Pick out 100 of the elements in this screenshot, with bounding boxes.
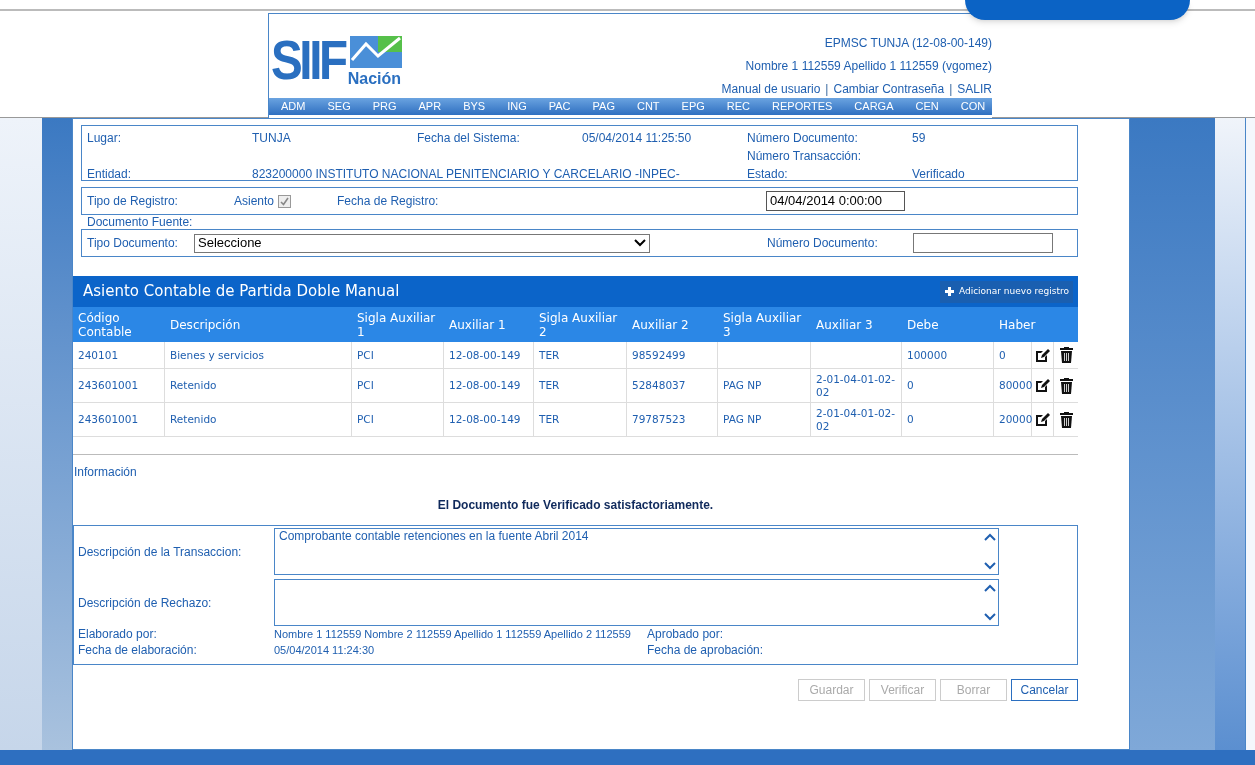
scroll-up-icon[interactable]: [984, 533, 996, 541]
menu-item[interactable]: EPG: [681, 98, 705, 115]
column-header: Debe: [906, 317, 940, 332]
plus-icon: [943, 286, 955, 297]
trash-icon[interactable]: [1059, 377, 1073, 394]
field-label: Fecha de aprobación:: [647, 643, 764, 658]
trash-icon[interactable]: [1059, 411, 1073, 428]
table-cell: 79787523: [632, 413, 686, 426]
account-name: EPMSC TUNJA (12-08-00-149): [824, 35, 992, 52]
table-cell: 243601001: [78, 379, 139, 392]
column-header: Descripción: [169, 317, 242, 332]
rejection-description-field[interactable]: [274, 579, 999, 626]
field-label: Lugar:: [87, 130, 123, 147]
field-value: 05/04/2014 11:25:50: [582, 130, 693, 147]
transaction-description-field[interactable]: Comprobante contable retenciones en la fuente Abril 2014: [274, 528, 999, 575]
header-link[interactable]: Manual de usuario: [721, 80, 821, 98]
menu-item[interactable]: CON: [960, 98, 986, 115]
field-label: Descripción de Rechazo:: [78, 594, 213, 612]
scroll-down-icon[interactable]: [984, 562, 996, 570]
scrollbar[interactable]: [1245, 118, 1255, 750]
menu-item[interactable]: BYS: [463, 98, 486, 115]
table-cell: PCI: [357, 413, 374, 426]
table-cell: TER: [539, 348, 560, 362]
menu-item[interactable]: REPORTES: [772, 98, 833, 115]
link-separator: |: [948, 81, 954, 98]
action-button[interactable]: Cancelar: [1011, 679, 1078, 701]
table-cell: 20000: [999, 413, 1033, 426]
section-title: Documento Fuente:: [87, 215, 194, 229]
table-cell: TER: [539, 413, 560, 426]
field-value: Nombre 1 112559 Nombre 2 112559 Apellido 1 112559 Apellido 2 112559: [274, 627, 632, 642]
field-label: Fecha del Sistema:: [417, 130, 521, 147]
menu-item[interactable]: REC: [726, 98, 751, 115]
table-cell: 243601001: [78, 413, 139, 426]
field-value: TUNJA: [252, 130, 292, 147]
field-label: Estado:: [747, 166, 789, 183]
section-title: Información: [74, 464, 138, 481]
field-label: Tipo de Registro:: [87, 193, 179, 210]
option-label: Asiento: [234, 193, 275, 210]
menu-item[interactable]: PRG: [372, 98, 397, 115]
column-header: Auxiliar 3: [815, 317, 874, 332]
menu-item[interactable]: PAC: [548, 98, 571, 115]
field-label: Número Transacción:: [747, 148, 863, 165]
field-label: Tipo Documento:: [87, 235, 179, 252]
column-header: Auxiliar 2: [631, 317, 690, 332]
table-cell: Retenido: [170, 379, 217, 392]
table-cell: 12-08-00-149: [449, 413, 521, 426]
edit-icon[interactable]: [1035, 378, 1050, 393]
trash-icon[interactable]: [1059, 347, 1073, 363]
date-field[interactable]: 04/04/2014 0:00:00: [766, 191, 906, 211]
table-cell: 12-08-00-149: [449, 348, 521, 362]
column-header: Código Contable: [77, 310, 133, 339]
field-value: 05/04/2014 11:24:30: [274, 643, 376, 658]
field-label: Aprobado por:: [647, 627, 724, 642]
document-number-field[interactable]: [913, 233, 1053, 253]
table-cell: Retenido: [170, 413, 217, 426]
edit-icon[interactable]: [1035, 347, 1050, 363]
table-cell: 0: [907, 413, 914, 426]
menu-item[interactable]: APR: [418, 98, 442, 115]
add-record-button[interactable]: Adicionar nuevo registro: [939, 280, 1073, 303]
table-cell: 12-08-00-149: [449, 379, 521, 392]
column-header: Sigla Auxiliar 3: [722, 310, 803, 339]
column-header: Sigla Auxiliar 1: [356, 310, 437, 339]
menu-item[interactable]: CEN: [915, 98, 939, 115]
table-cell: 100000: [907, 348, 948, 362]
header-link[interactable]: SALIR: [957, 80, 992, 98]
field-label: Elaborado por:: [78, 627, 158, 642]
header-link[interactable]: Cambiar Contraseña: [833, 80, 945, 98]
field-value: 823200000 INSTITUTO NACIONAL PENITENCIARIO Y CARCELARIO -INPEC-: [252, 166, 681, 183]
menu-item[interactable]: SEG: [327, 98, 351, 115]
asiento-checkbox[interactable]: [278, 194, 292, 208]
field-label: Fecha de Registro:: [337, 193, 440, 210]
table-cell: 0: [907, 379, 914, 392]
scroll-up-icon[interactable]: [984, 584, 996, 592]
edit-icon[interactable]: [1035, 412, 1050, 427]
table-cell: 240101: [78, 348, 119, 362]
menu-item[interactable]: CARGA: [854, 98, 894, 115]
document-type-select[interactable]: Seleccione: [194, 233, 650, 253]
table-cell: 98592499: [632, 348, 686, 362]
table-cell: 0: [999, 348, 1006, 362]
table-cell: TER: [539, 379, 560, 392]
table-cell: Bienes y servicios: [170, 348, 265, 362]
table-cell: PAG NP: [723, 379, 762, 392]
field-value: Verificado: [912, 166, 966, 183]
table-cell: 2-01-04-01-02-02: [816, 372, 896, 399]
menu-item[interactable]: CNT: [636, 98, 660, 115]
menu-item[interactable]: ING: [507, 98, 527, 115]
menu-item[interactable]: ADM: [281, 98, 306, 115]
table-cell: PAG NP: [723, 413, 762, 426]
siif-logo: SIIFNación: [271, 28, 403, 88]
column-header: Auxiliar 1: [448, 317, 507, 332]
table-cell: 52848037: [632, 379, 686, 392]
scroll-down-icon[interactable]: [984, 613, 996, 621]
link-separator: |: [824, 81, 830, 98]
user-name: Nombre 1 112559 Apellido 1 112559 (vgomez): [745, 58, 992, 75]
field-value: 59: [912, 130, 927, 147]
field-label: Descripción de la Transaccion:: [78, 543, 243, 561]
menu-item[interactable]: PAG: [592, 98, 615, 115]
column-header: Sigla Auxiliar 2: [538, 310, 619, 339]
top-tab[interactable]: [965, 0, 1190, 20]
field-label: Número Documento:: [767, 235, 879, 252]
